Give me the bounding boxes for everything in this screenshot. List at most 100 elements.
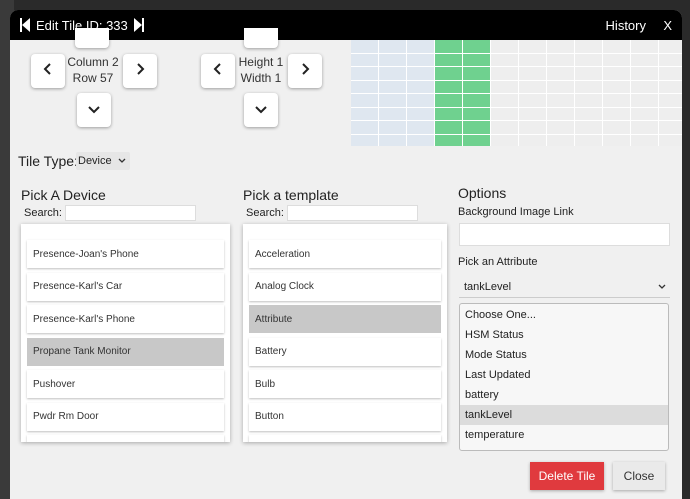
device-list-item[interactable]: Presence-Joan's Phone — [27, 240, 224, 268]
chevron-right-icon — [300, 62, 310, 80]
grid-cell — [547, 40, 575, 54]
attribute-option[interactable]: Choose One... — [460, 305, 668, 325]
attribute-option[interactable]: battery — [460, 385, 668, 405]
grid-cell — [407, 40, 435, 54]
attribute-dropdown[interactable]: Choose One... HSM Status Mode Status Last U… — [459, 303, 669, 451]
edit-tile-modal: Edit Tile ID: 333 History X Column 2 Row… — [10, 10, 682, 499]
grid-cell — [351, 40, 379, 54]
attribute-select[interactable]: tankLevel — [459, 276, 670, 298]
attribute-option[interactable]: Last Updated — [460, 365, 668, 385]
template-list-item[interactable]: Attribute — [249, 305, 441, 333]
device-list-item[interactable]: Propane Tank Monitor — [27, 337, 224, 366]
grid-cell — [659, 80, 682, 94]
grid-cell — [491, 107, 519, 121]
grid-cell — [575, 53, 603, 67]
attribute-option[interactable]: tankLevel — [460, 405, 668, 425]
close-x-button[interactable]: X — [663, 18, 672, 33]
attribute-option[interactable]: Mode Status — [460, 345, 668, 365]
grid-cell — [575, 94, 603, 108]
grid-cell — [351, 67, 379, 81]
attribute-option[interactable]: temperature — [460, 425, 668, 445]
grid-cell — [631, 80, 659, 94]
template-list-item[interactable]: Bulb — [249, 370, 441, 398]
tile-type-select[interactable]: Device — [76, 152, 130, 170]
chevron-left-icon — [213, 62, 223, 80]
template-list-item[interactable]: Acceleration — [249, 240, 441, 268]
template-list-item[interactable]: Battery — [249, 337, 441, 366]
grid-cell — [603, 121, 631, 135]
move-left-button[interactable] — [31, 54, 65, 88]
template-search-input[interactable] — [287, 205, 418, 221]
grid-cell — [351, 53, 379, 67]
grid-cell — [351, 80, 379, 94]
height-decrease-button[interactable] — [244, 93, 278, 127]
grid-cell — [631, 53, 659, 67]
grid-cell — [351, 94, 379, 108]
delete-tile-button[interactable]: Delete Tile — [530, 462, 604, 490]
grid-cell — [379, 121, 407, 135]
grid-cell — [491, 67, 519, 81]
device-list-item[interactable]: Pwdr Rm Door — [27, 402, 224, 431]
pick-device-heading: Pick A Device — [21, 187, 106, 203]
grid-cell — [659, 40, 682, 54]
device-list[interactable]: Presence-Joan's Phone Presence-Karl's Car… — [21, 224, 230, 442]
grid-cell — [407, 80, 435, 94]
grid-cell — [435, 53, 463, 67]
template-list-item[interactable]: Carbon Dioxide — [249, 435, 441, 442]
device-list-item[interactable]: Pwdr Rm Dr Vir Sw — [27, 435, 224, 442]
pick-template-heading: Pick a template — [243, 187, 339, 203]
grid-cell — [435, 134, 463, 146]
grid-cell — [575, 107, 603, 121]
device-list-item[interactable]: Presence-Karl's Phone — [27, 305, 224, 333]
grid-cell — [603, 94, 631, 108]
tile-type-value: Device — [78, 155, 112, 167]
close-button[interactable]: Close — [613, 462, 665, 490]
move-up-button[interactable] — [75, 28, 109, 48]
grid-cell — [547, 134, 575, 146]
grid-cell — [435, 40, 463, 54]
next-tile-icon[interactable] — [132, 17, 146, 33]
grid-cell — [491, 80, 519, 94]
move-right-button[interactable] — [123, 54, 157, 88]
background-image-input[interactable] — [459, 223, 670, 246]
grid-cell — [463, 94, 491, 108]
grid-cell — [491, 121, 519, 135]
attribute-option[interactable]: HSM Status — [460, 325, 668, 345]
history-link[interactable]: History — [606, 18, 646, 33]
chevron-down-icon — [255, 101, 267, 119]
grid-cell — [491, 53, 519, 67]
device-list-item[interactable]: Pushover — [27, 370, 224, 398]
move-down-button[interactable] — [77, 93, 111, 127]
template-list-item[interactable]: Button — [249, 402, 441, 431]
grid-cell — [463, 53, 491, 67]
column-value: Column 2 — [67, 55, 119, 69]
grid-cell — [435, 80, 463, 94]
grid-cell — [547, 67, 575, 81]
grid-cell — [631, 107, 659, 121]
grid-cell — [463, 80, 491, 94]
previous-tile-icon[interactable] — [18, 17, 32, 33]
device-list-item[interactable]: Presence-Karl's Car — [27, 272, 224, 301]
width-decrease-button[interactable] — [201, 54, 235, 88]
width-increase-button[interactable] — [288, 54, 322, 88]
grid-cell — [519, 67, 547, 81]
grid-cell — [379, 80, 407, 94]
height-value: Height 1 — [238, 55, 284, 69]
grid-cell — [491, 40, 519, 54]
grid-cell — [659, 53, 682, 67]
width-value: Width 1 — [240, 71, 282, 85]
grid-cell — [519, 134, 547, 146]
device-search-input[interactable] — [65, 205, 196, 221]
grid-cell — [379, 67, 407, 81]
grid-cell — [435, 67, 463, 81]
chevron-right-icon — [135, 62, 145, 80]
modal-title-bar: Edit Tile ID: 333 History X — [10, 10, 682, 40]
grid-cell — [631, 67, 659, 81]
template-list[interactable]: Acceleration Analog Clock Attribute Battery… — [243, 224, 447, 442]
column-row-display: Column 2 Row 57 — [66, 54, 120, 86]
template-list-item[interactable]: Analog Clock — [249, 272, 441, 301]
height-increase-button[interactable] — [244, 28, 278, 48]
grid-cell — [407, 67, 435, 81]
options-heading: Options — [458, 185, 507, 201]
chevron-down-icon — [118, 155, 126, 167]
